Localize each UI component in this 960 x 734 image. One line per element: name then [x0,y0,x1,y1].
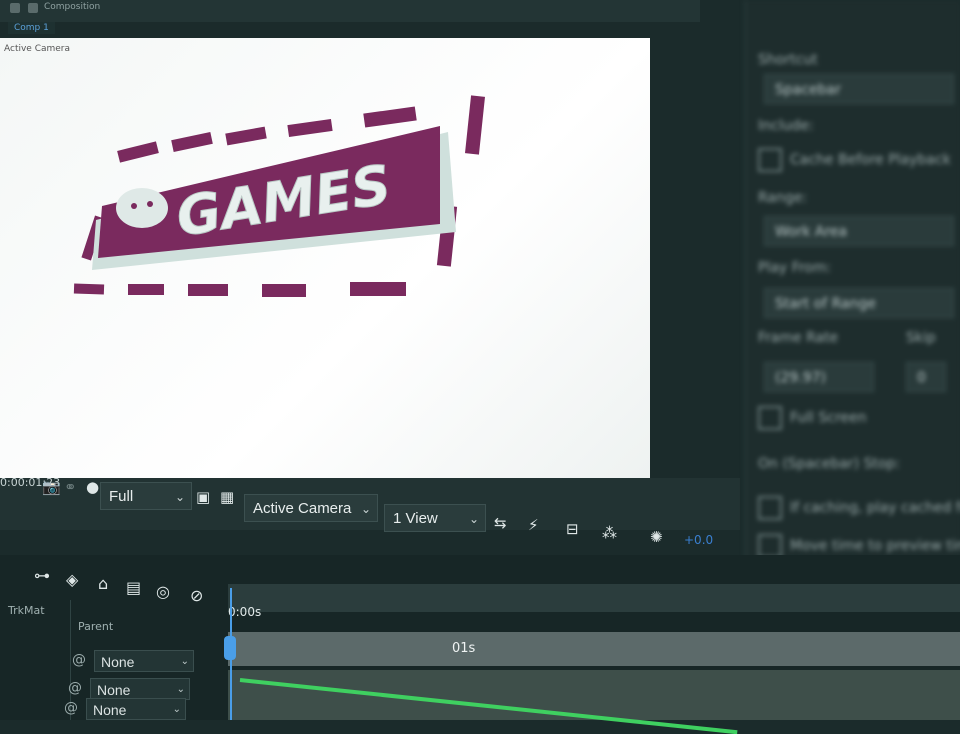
panel-title: Composition [44,2,101,12]
composition-viewer[interactable]: Active Camera GAMES [0,38,650,478]
resolution-select[interactable]: Full ⌄ [100,482,192,510]
flowchart-icon[interactable]: ⁂ [602,524,617,542]
graph-editor-icon[interactable]: ⊘ [190,586,203,605]
cache-checkbox-row[interactable]: Cache Before Playback [758,148,951,172]
comp-flowchart-icon[interactable]: ⊶ [34,566,50,585]
motion-blur-icon[interactable]: ◎ [156,582,170,601]
parent-row: @ None ⌄ [64,698,194,720]
pick-whip-icon[interactable]: @ [68,680,82,696]
shy-layers-icon[interactable]: ⌂ [98,574,108,593]
channel-icon[interactable]: ● [86,478,99,496]
lock-icon[interactable] [28,3,38,13]
checkbox[interactable] [758,496,782,520]
parent-select[interactable]: None ⌄ [86,698,186,720]
column-parent[interactable]: Parent [78,620,113,633]
parent-select[interactable]: None ⌄ [90,678,190,700]
games-logo: GAMES [73,95,485,297]
composition-header: Composition [0,0,700,22]
range-select[interactable]: Work Area [764,216,954,246]
checkbox[interactable] [758,406,782,430]
preview-panel: Shortcut Spacebar Include: Cache Before … [745,0,960,590]
timeline-icon[interactable]: ⊟ [566,520,579,538]
fast-preview-icon[interactable]: ⚡ [528,516,539,534]
playhead-handle[interactable] [224,636,236,660]
skip-label: Skip [906,330,936,346]
column-trkmat[interactable]: TrkMat [8,604,45,617]
full-screen-row[interactable]: Full Screen [758,406,867,430]
exposure-value[interactable]: +0.0 [684,533,713,547]
chevron-down-icon: ⌄ [468,512,479,526]
show-snapshot-icon[interactable]: ⚭ [64,478,77,496]
frame-rate-select[interactable]: (29.97) [764,362,874,392]
layer-duration-bar[interactable] [228,670,960,720]
parent-row: @ None ⌄ [72,650,202,672]
range-label: Range: [758,190,808,206]
shortcut-select[interactable]: Spacebar [764,74,954,104]
panel-menu-icon[interactable] [10,3,20,13]
pick-whip-icon[interactable]: @ [64,700,78,716]
checkbox[interactable] [758,148,782,172]
chevron-down-icon: ⌄ [360,502,371,516]
tab-comp-1[interactable]: Comp 1 [8,22,55,34]
resolution-value: Full [109,488,134,505]
play-from-label: Play From: [758,260,832,276]
pick-whip-icon[interactable]: @ [72,652,86,668]
include-label: Include: [758,118,814,134]
snapshot-icon[interactable]: 📷 [42,478,61,496]
stop-label: On (Spacebar) Stop: [758,456,901,472]
chevron-down-icon: ⌄ [180,656,189,667]
gamepad-icon [116,188,168,228]
camera-value: Active Camera [253,500,352,517]
skip-select[interactable]: 0 [906,362,946,392]
view-layout-select[interactable]: 1 View ⌄ [384,504,486,532]
work-area-bar[interactable] [228,632,960,666]
pixel-aspect-icon[interactable]: ⇆ [494,514,507,532]
chevron-down-icon: ⌄ [172,704,181,715]
play-from-select[interactable]: Start of Range [764,288,954,318]
time-ruler[interactable] [228,584,960,612]
parent-row: @ None ⌄ [68,678,198,700]
parent-select[interactable]: None ⌄ [94,650,194,672]
reset-exposure-icon[interactable]: ✺ [650,528,663,546]
cached-frames-row[interactable]: If caching, play cached frames [758,496,960,520]
transparency-grid-icon[interactable]: ▦ [220,488,234,506]
shortcut-label: Shortcut [758,52,818,68]
draft-3d-icon[interactable]: ◈ [66,570,78,589]
view-layout-value: 1 View [393,510,438,527]
frame-blending-icon[interactable]: ▤ [126,578,141,597]
second-marker: 01s [452,641,476,656]
chevron-down-icon: ⌄ [174,490,185,504]
region-of-interest-icon[interactable]: ▣ [196,488,210,506]
camera-select[interactable]: Active Camera ⌄ [244,494,378,522]
frame-rate-label: Frame Rate [758,330,839,346]
ruler-start-label: 0:00s [228,605,262,619]
